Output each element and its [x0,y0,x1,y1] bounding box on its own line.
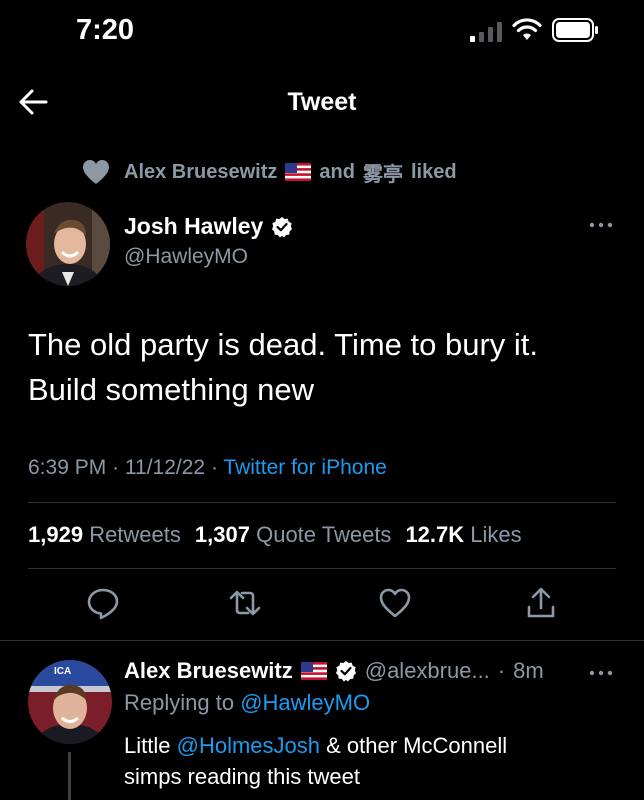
tweet-text: The old party is dead. Time to bury it. … [28,322,628,412]
reply-text-line: simps reading this tweet [124,764,360,789]
nav-bar: Tweet [0,72,644,132]
quote-tweets-stat[interactable]: 1,307 Quote Tweets [195,522,392,548]
tweet-time: 6:39 PM [28,456,107,479]
likes-stat[interactable]: 12.7K Likes [405,522,521,548]
likes-count: 12.7K [405,522,465,547]
status-time: 7:20 [76,14,135,46]
retweet-icon[interactable] [228,586,262,620]
tweet-meta: 6:39 PM · 11/12/22 · Twitter for iPhone [28,456,387,480]
status-bar: 7:20 [0,0,644,60]
avatar[interactable] [26,202,110,286]
liker-name-2: 雾亭 [362,163,403,186]
verified-badge-icon [272,216,293,237]
tweet-date: 11/12/22 [124,456,206,479]
tweet-text-line: The old party is dead. Time to bury it. [28,327,539,362]
action-bar [0,586,644,622]
reply-age: 8m [513,658,544,683]
page-title: Tweet [287,88,357,116]
signal-icon [470,22,502,42]
reply-text-post: & other McConnell [326,733,508,758]
verified-badge-icon [335,661,356,682]
reply-text-line: Little @HolmesJosh & other McConnell [124,730,624,761]
more-icon[interactable] [586,664,616,682]
tweet-text-line: Build something new [28,372,315,407]
replying-to: Replying to @HawleyMO [124,690,370,716]
likes-label: Likes [470,522,522,547]
like-icon[interactable] [378,586,412,620]
social-connector: and [319,160,355,183]
reply-avatar[interactable]: ICA [28,660,112,744]
heart-icon [83,160,109,184]
social-context[interactable]: Alex Bruesewitz and 雾亭 liked [82,158,457,186]
engagement-stats: 1,929 Retweets 1,307 Quote Tweets 12.7K … [28,522,522,548]
us-flag-icon [285,163,312,181]
author-name-text: Josh Hawley [124,213,264,239]
retweets-label: Retweets [89,522,181,547]
meta-separator: · [497,658,506,683]
battery-icon [552,18,598,42]
reply-mention[interactable]: @HolmesJosh [177,733,320,758]
social-suffix: liked [410,160,457,183]
more-icon[interactable] [586,216,616,234]
reply-text: Little @HolmesJosh & other McConnell sim… [124,730,624,792]
tweet-source-link[interactable]: Twitter for iPhone [223,456,386,479]
quotes-label: Quote Tweets [256,522,392,547]
liker-name: Alex Bruesewitz [124,160,278,183]
replying-to-mention[interactable]: @HawleyMO [240,690,370,715]
avatar-banner-text: ICA [54,666,71,677]
wifi-icon [512,18,542,40]
thread-line [68,752,71,800]
retweets-count: 1,929 [28,522,84,547]
divider [0,640,644,641]
reply-author-handle[interactable]: @alexbrue... [365,658,490,684]
reply-text-pre: Little [124,733,171,758]
us-flag-icon [300,662,327,680]
reply-header: Alex Bruesewitz @alexbrue... · 8m [124,656,584,686]
meta-separator: · [112,456,120,479]
share-icon[interactable] [524,586,558,620]
retweets-stat[interactable]: 1,929 Retweets [28,522,181,548]
divider [28,502,616,503]
author-handle[interactable]: @HawleyMO [124,245,248,269]
reply-author-name[interactable]: Alex Bruesewitz [124,658,293,684]
quotes-count: 1,307 [194,522,250,547]
reply-icon[interactable] [86,586,120,620]
author-name[interactable]: Josh Hawley [124,213,293,240]
meta-separator: · [210,456,218,479]
divider [28,568,616,569]
replying-prefix: Replying to [124,690,235,715]
